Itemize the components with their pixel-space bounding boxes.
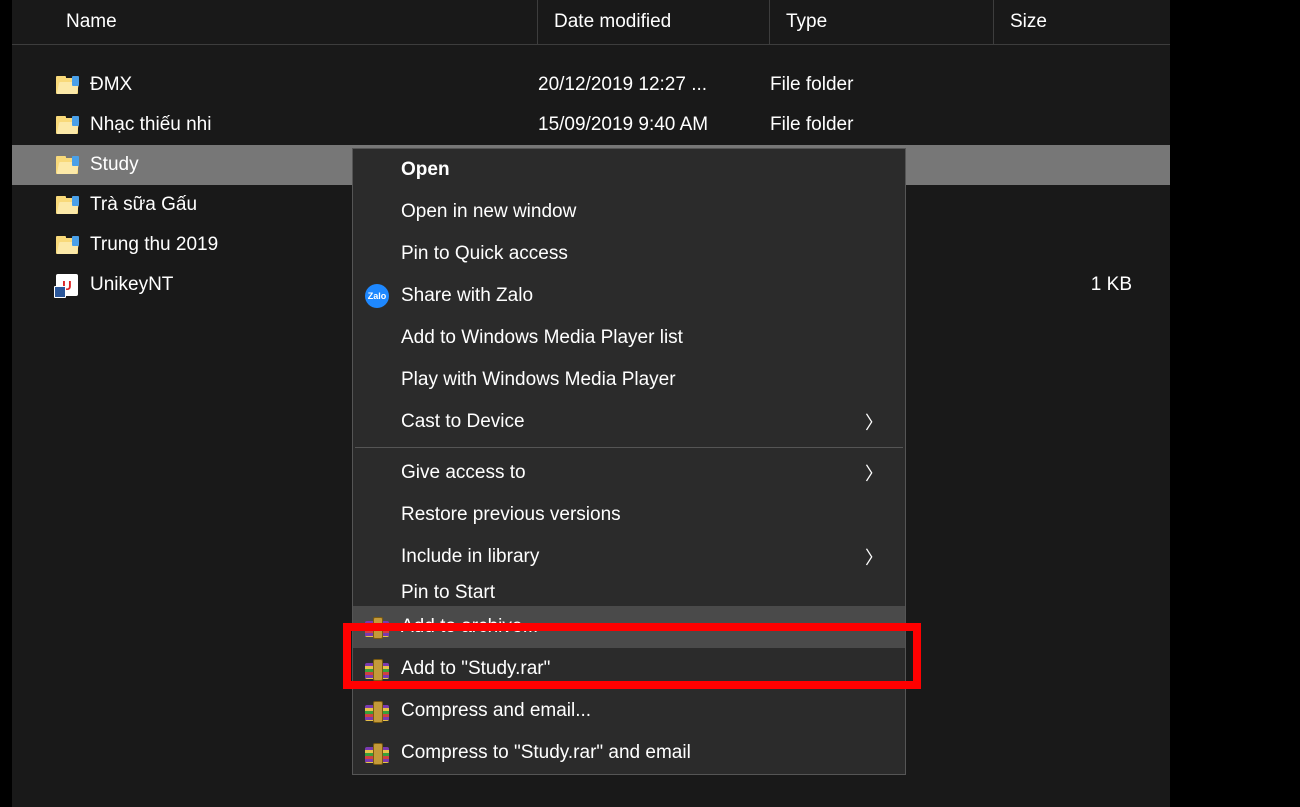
- menu-item[interactable]: Compress to "Study.rar" and email: [353, 732, 905, 774]
- menu-item[interactable]: Pin to Start: [353, 578, 905, 606]
- menu-item-label: Share with Zalo: [401, 285, 533, 307]
- file-type: File folder: [770, 74, 994, 96]
- menu-separator: [355, 447, 903, 448]
- menu-item-label: Open: [401, 159, 450, 181]
- folder-icon: [56, 76, 90, 94]
- folder-icon: [56, 116, 90, 134]
- menu-item[interactable]: Zalo Share with Zalo: [353, 275, 905, 317]
- menu-item[interactable]: Open: [353, 149, 905, 191]
- chevron-right-icon: 〉: [865, 544, 883, 570]
- file-name: Nhạc thiếu nhi: [90, 114, 538, 136]
- folder-icon: [56, 156, 90, 174]
- menu-item-label: Add to archive...: [401, 616, 538, 638]
- menu-item[interactable]: Add to Windows Media Player list: [353, 317, 905, 359]
- file-explorer-view: Name Date modified Type Size ĐMX20/12/20…: [12, 0, 1170, 807]
- winrar-icon: [363, 697, 391, 725]
- context-menu: Open Open in new window Pin to Quick acces…: [352, 148, 906, 775]
- file-date: 15/09/2019 9:40 AM: [538, 114, 770, 136]
- menu-item[interactable]: Add to "Study.rar": [353, 648, 905, 690]
- column-headers: Name Date modified Type Size: [12, 0, 1170, 45]
- menu-item[interactable]: Give access to 〉: [353, 452, 905, 494]
- menu-item-label: Add to Windows Media Player list: [401, 327, 683, 349]
- chevron-right-icon: 〉: [865, 409, 883, 435]
- file-row[interactable]: ĐMX20/12/2019 12:27 ...File folder: [12, 65, 1170, 105]
- menu-item-label: Open in new window: [401, 201, 576, 223]
- column-header-name[interactable]: Name: [12, 0, 538, 44]
- winrar-icon: [363, 739, 391, 767]
- menu-item-label: Include in library: [401, 546, 539, 568]
- menu-item[interactable]: Pin to Quick access: [353, 233, 905, 275]
- folder-icon: [56, 196, 90, 214]
- winrar-icon: [363, 655, 391, 683]
- menu-item[interactable]: Add to archive...: [353, 606, 905, 648]
- menu-item-label: Pin to Quick access: [401, 243, 568, 265]
- menu-item-label: Restore previous versions: [401, 504, 621, 526]
- menu-item[interactable]: Open in new window: [353, 191, 905, 233]
- menu-item-label: Cast to Device: [401, 411, 525, 433]
- file-row[interactable]: Nhạc thiếu nhi15/09/2019 9:40 AMFile fol…: [12, 105, 1170, 145]
- folder-icon: [56, 236, 90, 254]
- file-name: ĐMX: [90, 74, 538, 96]
- menu-item[interactable]: Restore previous versions: [353, 494, 905, 536]
- file-type: File folder: [770, 114, 994, 136]
- column-header-size[interactable]: Size: [994, 0, 1170, 44]
- shortcut-icon: U: [56, 274, 90, 296]
- winrar-icon: [363, 613, 391, 641]
- menu-item-label: Play with Windows Media Player: [401, 369, 676, 391]
- menu-item[interactable]: Compress and email...: [353, 690, 905, 732]
- menu-item-label: Add to "Study.rar": [401, 658, 550, 680]
- column-header-date[interactable]: Date modified: [538, 0, 770, 44]
- menu-item[interactable]: Cast to Device 〉: [353, 401, 905, 443]
- menu-item[interactable]: Play with Windows Media Player: [353, 359, 905, 401]
- zalo-icon: Zalo: [363, 282, 391, 310]
- menu-item-label: Pin to Start: [401, 582, 495, 604]
- file-date: 20/12/2019 12:27 ...: [538, 74, 770, 96]
- menu-item-label: Give access to: [401, 462, 526, 484]
- column-header-type[interactable]: Type: [770, 0, 994, 44]
- menu-item-label: Compress to "Study.rar" and email: [401, 742, 691, 764]
- menu-item[interactable]: Include in library 〉: [353, 536, 905, 578]
- menu-item-label: Compress and email...: [401, 700, 591, 722]
- chevron-right-icon: 〉: [865, 460, 883, 486]
- file-size: 1 KB: [994, 274, 1170, 296]
